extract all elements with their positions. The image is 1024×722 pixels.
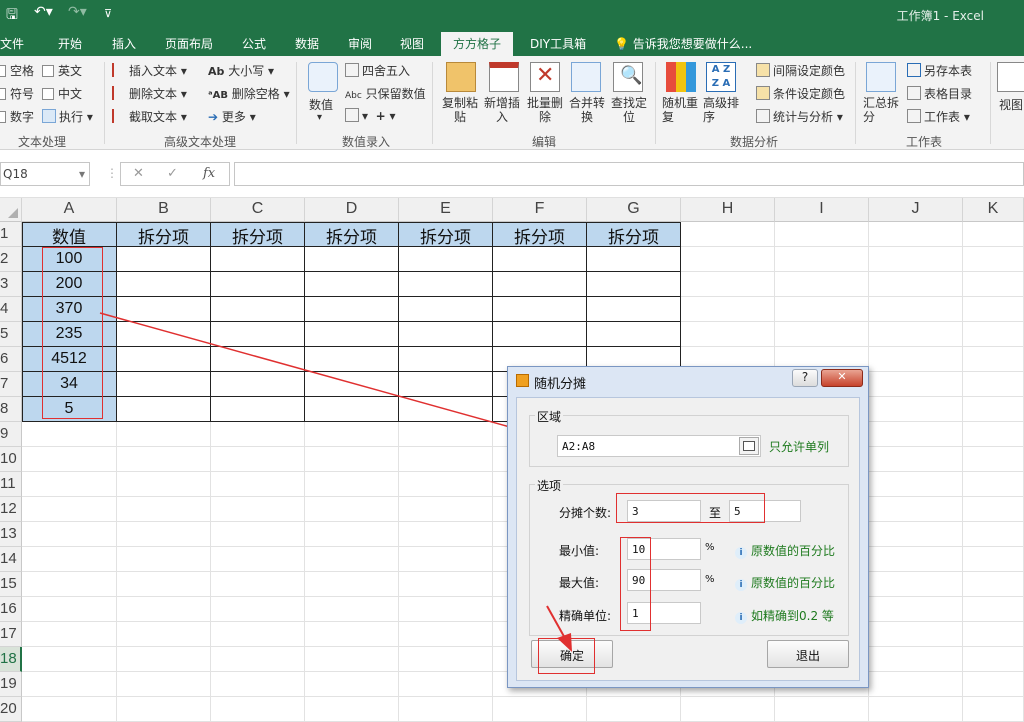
annotation-arrow-ok bbox=[546, 605, 572, 652]
arrow-line-to-ok bbox=[546, 605, 567, 641]
arrow-head-ok bbox=[557, 633, 572, 652]
